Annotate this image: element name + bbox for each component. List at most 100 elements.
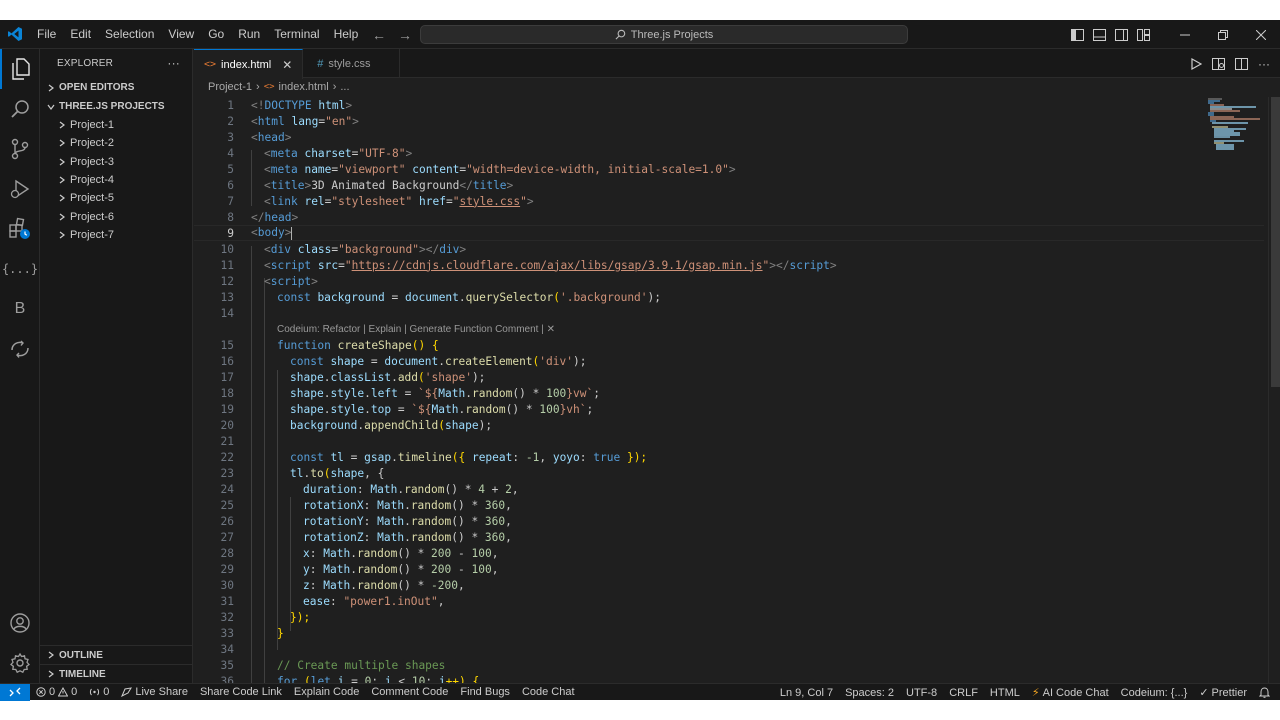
back-arrow-icon[interactable]: ← xyxy=(372,27,386,43)
settings-gear-icon[interactable] xyxy=(0,643,40,683)
more-actions-icon[interactable]: ··· xyxy=(167,56,180,70)
remote-explorer-icon[interactable] xyxy=(0,329,40,369)
open-preview-icon[interactable] xyxy=(1212,57,1225,70)
forward-arrow-icon[interactable]: → xyxy=(398,27,412,43)
code-line-24: 24 duration: Math.random() * 4 + 2, xyxy=(220,482,519,496)
project-root-section[interactable]: THREE.JS PROJECTS xyxy=(40,97,192,116)
ports-count: 0 xyxy=(103,686,110,698)
editor-scrollbar[interactable] xyxy=(1268,97,1280,683)
menu-go[interactable]: Go xyxy=(201,20,231,49)
menu-terminal[interactable]: Terminal xyxy=(267,20,326,49)
folder-project-7[interactable]: Project-7 xyxy=(40,226,192,244)
chevron-right-icon xyxy=(45,84,57,92)
tab-style-css[interactable]: # style.css xyxy=(303,49,400,78)
minimap[interactable] xyxy=(1204,97,1264,157)
accounts-icon[interactable] xyxy=(0,603,40,643)
code-line-35: 35// Create multiple shapes xyxy=(220,658,446,672)
ports-indicator[interactable]: 0 xyxy=(83,686,115,698)
folder-label: Project-3 xyxy=(70,155,115,168)
codeium-status[interactable]: Codeium: {...} xyxy=(1115,687,1194,699)
run-debug-icon[interactable] xyxy=(0,169,40,209)
scrollbar-thumb[interactable] xyxy=(1271,97,1280,387)
folder-label: Project-7 xyxy=(70,228,115,241)
problems-indicator[interactable]: 0 0 xyxy=(30,686,83,698)
folder-project-2[interactable]: Project-2 xyxy=(40,134,192,152)
close-window-icon[interactable] xyxy=(1242,20,1280,49)
chevron-right-icon xyxy=(56,176,68,184)
warning-count: 0 xyxy=(71,686,78,698)
cursor-position[interactable]: Ln 9, Col 7 xyxy=(774,687,839,699)
explorer-title: EXPLORER xyxy=(57,57,114,69)
live-share-button[interactable]: Live Share xyxy=(115,686,194,698)
codeium-codelens[interactable]: Codeium: Refactor | Explain | Generate F… xyxy=(277,324,555,335)
tab-label: index.html xyxy=(221,58,272,71)
warning-icon xyxy=(58,687,69,697)
menu-file[interactable]: File xyxy=(30,20,63,49)
line-ending-setting[interactable]: CRLF xyxy=(943,687,984,699)
split-editor-icon[interactable] xyxy=(1235,57,1248,70)
ai-code-chat-button[interactable]: ⚡ AI Code Chat xyxy=(1026,686,1115,700)
code-line-3: 3 <head> xyxy=(227,130,292,144)
code-editor[interactable]: 1 <!DOCTYPE html> 2 <html lang="en"> 3 <hea… xyxy=(194,97,1264,683)
breadcrumb-folder[interactable]: Project-1 xyxy=(208,81,252,93)
folder-label: Project-6 xyxy=(70,210,115,223)
customize-layout-icon[interactable] xyxy=(1132,20,1154,49)
notifications-bell-icon[interactable] xyxy=(1253,687,1280,698)
code-chat-button[interactable]: Code Chat xyxy=(516,686,581,698)
open-editors-section[interactable]: OPEN EDITORS xyxy=(40,78,192,97)
prettier-status[interactable]: ✓ Prettier xyxy=(1193,686,1253,700)
search-view-icon[interactable] xyxy=(0,89,40,129)
folder-project-3[interactable]: Project-3 xyxy=(40,153,192,171)
outline-label: OUTLINE xyxy=(59,649,103,661)
breadcrumb: Project-1 › <> index.html › ... xyxy=(194,78,1280,96)
folder-project-6[interactable]: Project-6 xyxy=(40,207,192,225)
toggle-primary-sidebar-icon[interactable] xyxy=(1066,20,1088,49)
menu-run[interactable]: Run xyxy=(231,20,267,49)
menu-edit[interactable]: Edit xyxy=(63,20,98,49)
menu-selection[interactable]: Selection xyxy=(98,20,161,49)
timeline-section[interactable]: TIMELINE xyxy=(40,664,193,683)
language-mode[interactable]: HTML xyxy=(984,687,1026,699)
check-double-icon: ✓ xyxy=(1199,687,1209,699)
activity-bar: {...} B xyxy=(0,49,40,683)
editor-more-icon[interactable]: ··· xyxy=(1258,57,1270,71)
outline-section[interactable]: OUTLINE xyxy=(40,645,193,664)
toggle-panel-icon[interactable] xyxy=(1088,20,1110,49)
tab-label: style.css xyxy=(328,57,371,70)
explorer-icon[interactable] xyxy=(0,49,40,89)
command-center-search[interactable]: Three.js Projects xyxy=(420,25,908,44)
find-bugs-button[interactable]: Find Bugs xyxy=(454,686,516,698)
folder-label: Project-1 xyxy=(70,119,115,132)
code-line-10: 10 <div class="background"></div> xyxy=(220,242,467,256)
json-brackets-icon[interactable]: {...} xyxy=(0,249,40,289)
tab-index-html[interactable]: <> index.html ✕ xyxy=(194,49,304,79)
code-line-30: 30 z: Math.random() * -200, xyxy=(220,578,465,592)
search-icon xyxy=(615,29,626,40)
run-file-icon[interactable] xyxy=(1190,57,1202,70)
menu-view[interactable]: View xyxy=(161,20,201,49)
restore-icon[interactable] xyxy=(1204,20,1242,49)
folder-label: Project-2 xyxy=(70,137,115,150)
minimize-icon[interactable] xyxy=(1166,20,1204,49)
comment-code-button[interactable]: Comment Code xyxy=(365,686,454,698)
close-tab-icon[interactable]: ✕ xyxy=(282,58,292,72)
encoding-setting[interactable]: UTF-8 xyxy=(900,687,943,699)
menu-help[interactable]: Help xyxy=(327,20,366,49)
breadcrumb-file[interactable]: index.html xyxy=(279,81,329,93)
live-share-label: Live Share xyxy=(135,686,188,698)
remote-indicator-icon[interactable] xyxy=(0,683,30,701)
extensions-icon[interactable] xyxy=(0,209,40,249)
folder-project-5[interactable]: Project-5 xyxy=(40,189,192,207)
indentation-setting[interactable]: Spaces: 2 xyxy=(839,687,900,699)
code-line-14: 14 xyxy=(220,306,234,320)
toggle-secondary-sidebar-icon[interactable] xyxy=(1110,20,1132,49)
explain-code-button[interactable]: Explain Code xyxy=(288,686,365,698)
breadcrumb-more[interactable]: ... xyxy=(340,81,349,93)
bold-b-icon[interactable]: B xyxy=(0,289,40,329)
folder-project-1[interactable]: Project-1 xyxy=(40,116,192,134)
code-line-8: 8 </head> xyxy=(227,210,299,224)
share-code-link-button[interactable]: Share Code Link xyxy=(194,686,288,698)
folder-project-4[interactable]: Project-4 xyxy=(40,171,192,189)
source-control-icon[interactable] xyxy=(0,129,40,169)
explorer-sidebar: EXPLORER ··· OPEN EDITORS THREE.JS PROJE… xyxy=(40,49,193,683)
